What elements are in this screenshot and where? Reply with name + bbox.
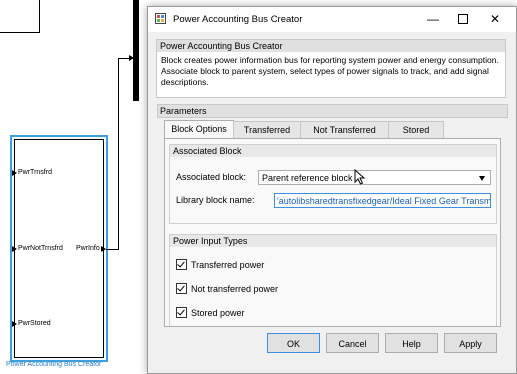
checkbox-checked-icon[interactable] (176, 283, 187, 295)
checkbox-checked-icon[interactable] (176, 259, 187, 271)
checkbox-label: Stored power (191, 308, 245, 318)
stored-power-checkbox[interactable]: Stored power (176, 307, 245, 319)
mouse-cursor-icon (354, 169, 366, 185)
upstream-block[interactable] (0, 0, 40, 33)
associated-block-group: Associated Block Associated block: Paren… (169, 144, 497, 224)
tab-not-transferred[interactable]: Not Transferred (300, 121, 389, 139)
transferred-power-checkbox[interactable]: Transferred power (176, 259, 264, 271)
description-text: Block creates power information bus for … (161, 55, 499, 87)
dialog-title: Power Accounting Bus Creator (173, 14, 303, 25)
associated-block-dropdown[interactable]: Parent reference block (258, 170, 491, 185)
dialog-titlebar[interactable]: Power Accounting Bus Creator — ✕ (148, 7, 516, 32)
apply-button[interactable]: Apply (444, 333, 497, 353)
power-input-types-header: Power Input Types (170, 235, 496, 247)
input-port-arrow (12, 246, 17, 252)
input-port-arrow (12, 321, 17, 327)
dialog-block-icon (155, 13, 166, 24)
associated-block-value: Parent reference block (262, 173, 353, 183)
input-port-arrow (12, 170, 17, 176)
cancel-button[interactable]: Cancel (326, 333, 379, 353)
minimize-button[interactable]: — (418, 7, 448, 32)
tab-block-options[interactable]: Block Options (164, 120, 234, 139)
associated-block-label: Associated block: (176, 172, 247, 182)
signal-line[interactable] (118, 58, 119, 250)
chevron-down-icon (479, 176, 485, 181)
power-input-types-group: Power Input Types Transferred power Not … (169, 234, 497, 326)
output-port-label: PwrInfo (76, 245, 100, 252)
not-transferred-power-checkbox[interactable]: Not transferred power (176, 283, 278, 295)
maximize-icon (458, 13, 468, 24)
block-parameters-dialog: Power Accounting Bus Creator — ✕ Power A… (147, 6, 517, 374)
block-caption[interactable]: Power Accounting Bus Creator (6, 361, 101, 368)
description-header: Power Accounting Bus Creator (157, 40, 505, 52)
parameters-header: Parameters (157, 104, 508, 118)
ok-button[interactable]: OK (267, 333, 320, 353)
block-options-panel: Associated Block Associated block: Paren… (164, 138, 501, 327)
input-port-label: PwrTrnsfrd (18, 169, 52, 176)
description-panel: Power Accounting Bus Creator Block creat… (156, 39, 506, 98)
help-button[interactable]: Help (385, 333, 438, 353)
tab-transferred[interactable]: Transferred (233, 121, 301, 139)
tab-stored[interactable]: Stored (388, 121, 444, 139)
bus-input-arrow (129, 55, 134, 61)
checkbox-label: Not transferred power (191, 284, 279, 294)
library-block-field[interactable]: 'autolibsharedtransfixedgear/Ideal Fixed… (274, 193, 491, 208)
close-button[interactable]: ✕ (480, 7, 510, 32)
input-port-label: PwrNotTrnsfrd (18, 245, 63, 252)
maximize-button[interactable] (448, 7, 478, 32)
associated-block-header: Associated Block (170, 145, 496, 157)
input-port-label: PwrStored (18, 320, 51, 327)
checkbox-checked-icon[interactable] (176, 307, 187, 319)
checkbox-label: Transferred power (191, 260, 265, 270)
library-block-label: Library block name: (176, 195, 255, 205)
bus-bar[interactable] (133, 0, 139, 101)
